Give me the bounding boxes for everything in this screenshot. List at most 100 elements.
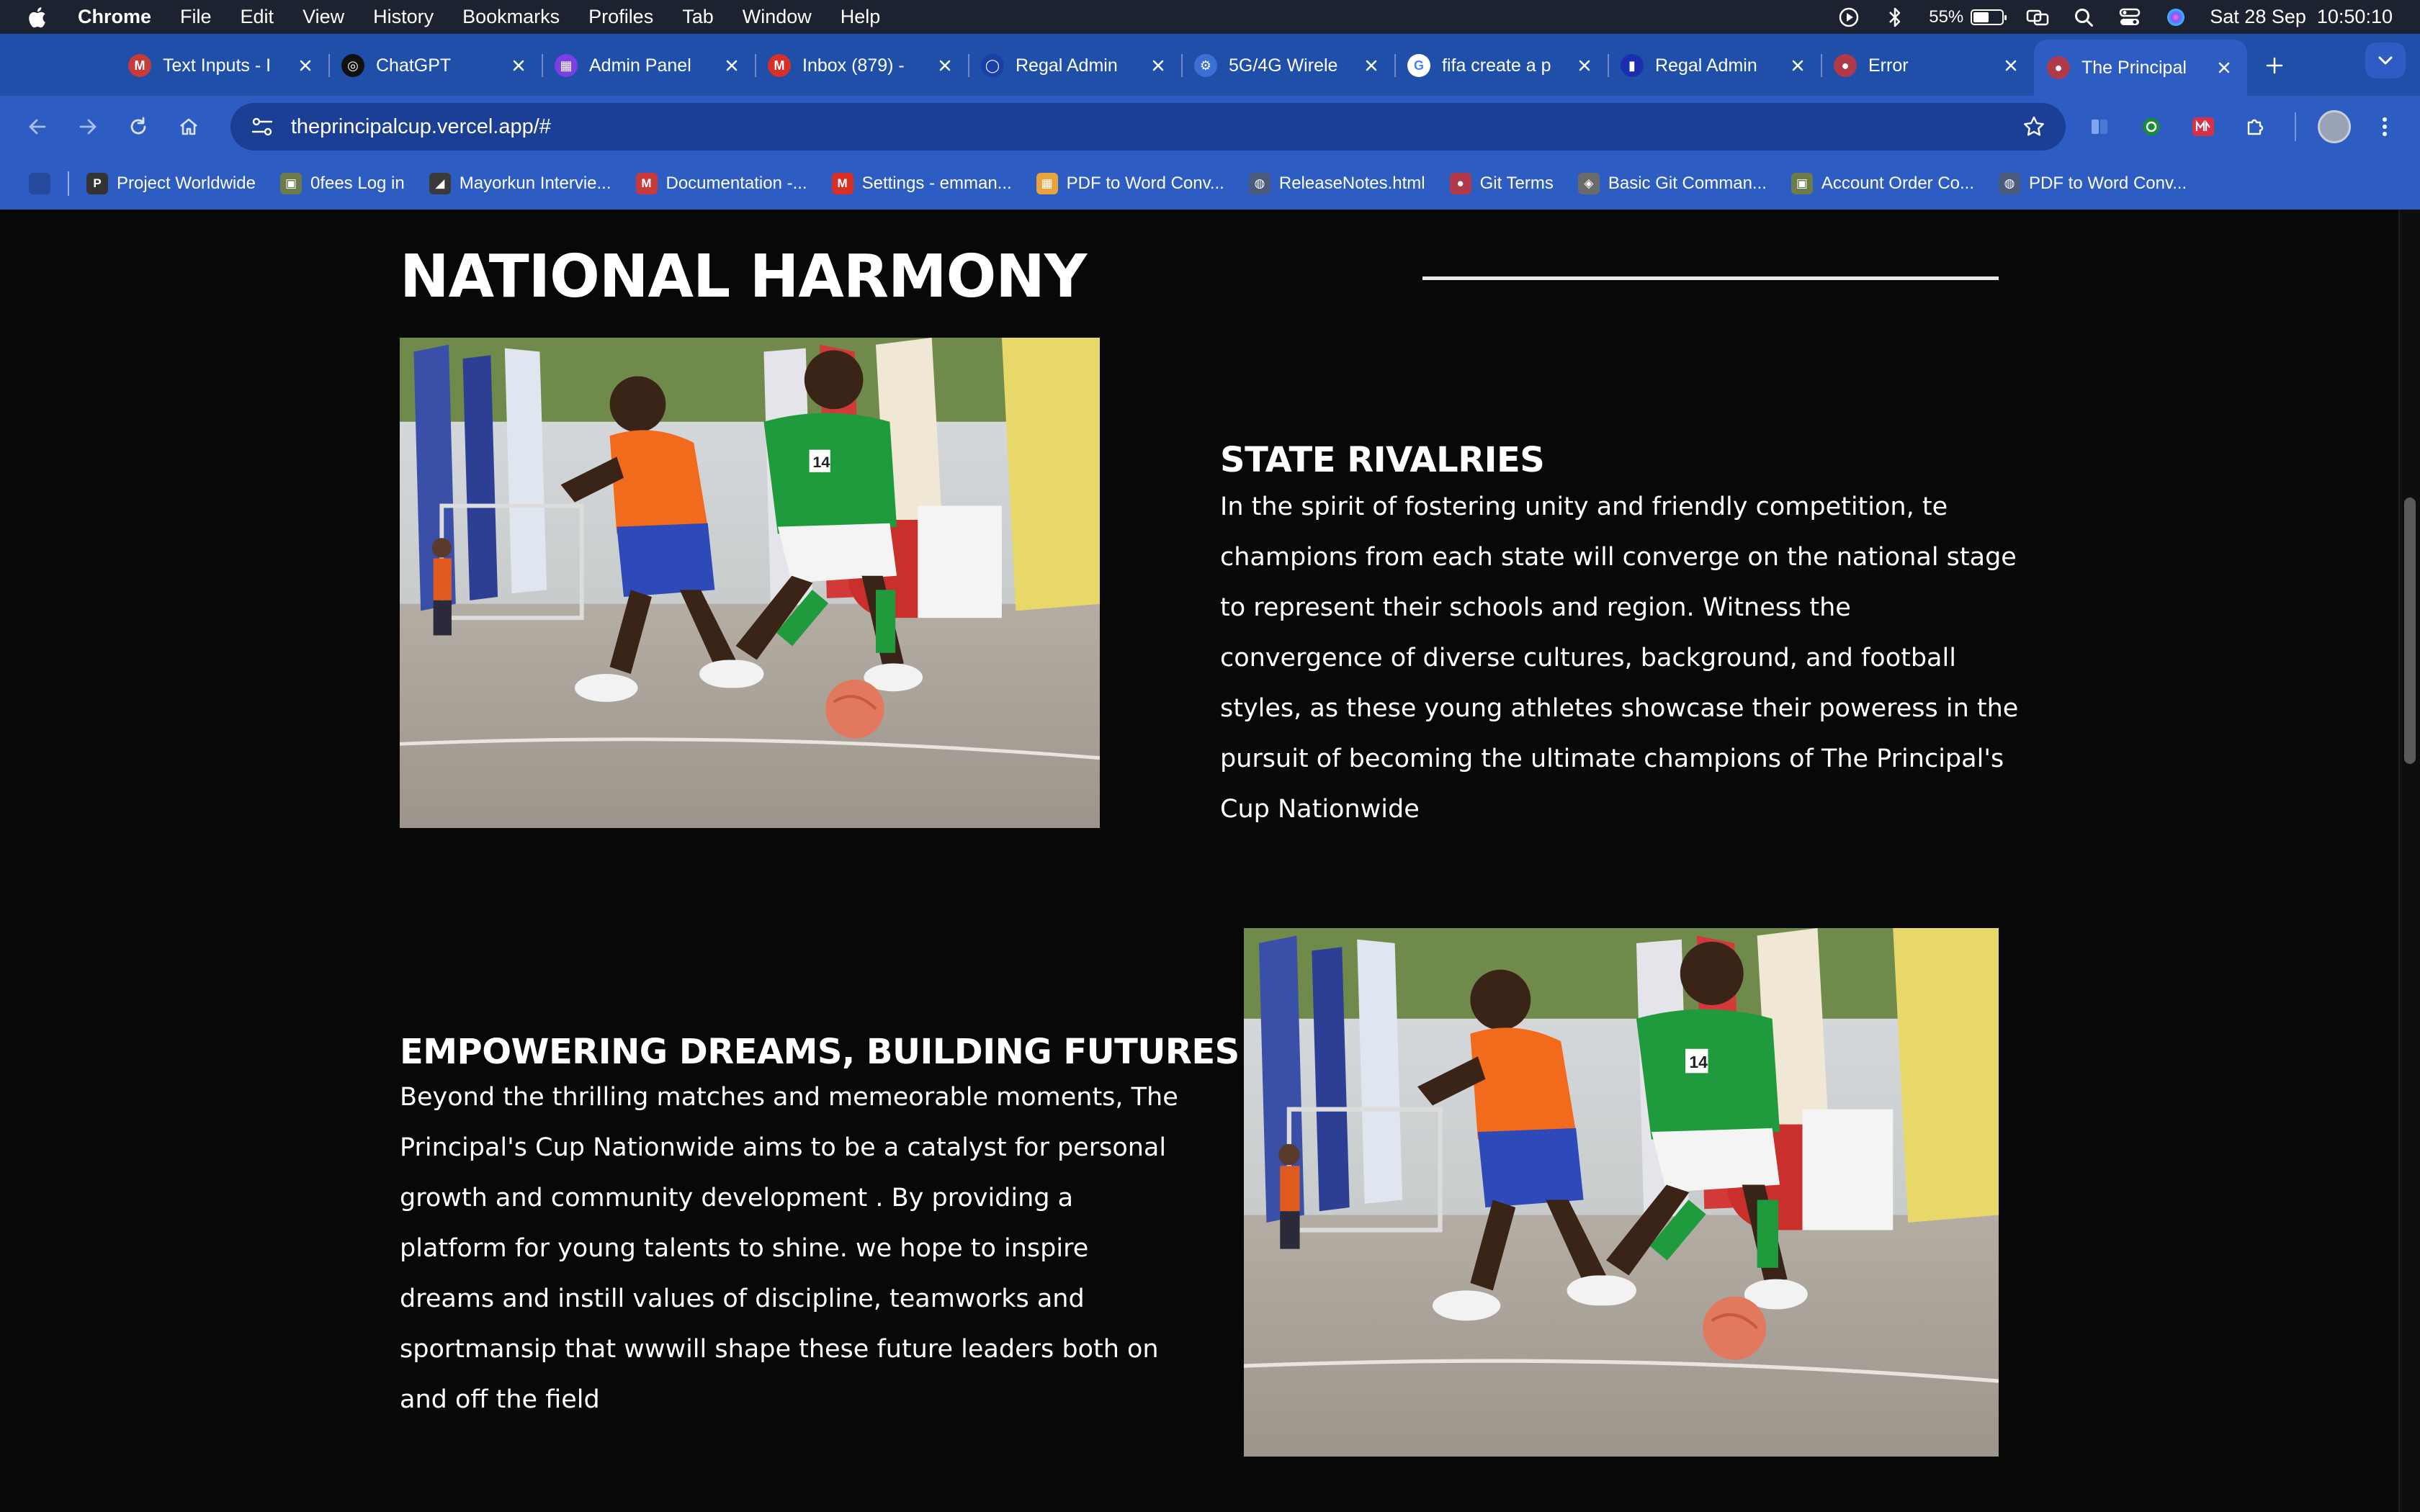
battery-fill xyxy=(1973,12,1989,22)
chevron-down-icon xyxy=(2378,56,2393,65)
bookmark-label: Basic Git Comman... xyxy=(1608,174,1767,193)
screen-mirroring-icon[interactable] xyxy=(2025,5,2050,30)
tab-close-icon[interactable] xyxy=(722,55,742,76)
menubar-clock[interactable]: Sat 28 Sep 10:50:10 xyxy=(2210,6,2393,28)
new-tab-button[interactable] xyxy=(2253,40,2296,91)
red-extension-icon[interactable] xyxy=(2185,109,2221,145)
tab-title: Text Inputs - I xyxy=(163,55,272,76)
tab-admin-panel[interactable]: ▦ Admin Panel xyxy=(542,40,755,91)
menu-profiles[interactable]: Profiles xyxy=(588,6,653,28)
tab-regal-admin[interactable]: ◯ Regal Admin xyxy=(968,40,1181,91)
bookmark-star-icon[interactable] xyxy=(2020,112,2048,141)
tab-text-inputs[interactable]: M Text Inputs - I xyxy=(115,40,328,91)
menu-window[interactable]: Window xyxy=(743,6,812,28)
bookmark-mayorkun-interview[interactable]: ◢ Mayorkun Intervie... xyxy=(429,173,611,194)
menu-help[interactable]: Help xyxy=(841,6,881,28)
bookmark-pdf-to-word[interactable]: ▦ PDF to Word Conv... xyxy=(1036,173,1224,194)
account-order-favicon-icon: ▣ xyxy=(1791,173,1813,194)
title-divider-line xyxy=(1422,276,1999,280)
apps-icon[interactable] xyxy=(29,173,50,194)
bookmark-label: Documentation -... xyxy=(666,174,807,193)
scrollbar-thumb[interactable] xyxy=(2404,498,2416,764)
address-bar[interactable] xyxy=(230,103,2066,150)
bookmark-0fees-login[interactable]: ▣ 0fees Log in xyxy=(279,173,405,194)
globe-icon: ◍ xyxy=(1999,173,2021,194)
tab-close-icon[interactable] xyxy=(1148,55,1168,76)
web-page-content: NATIONAL HARMONY 14 STATE RIVALRIES In t… xyxy=(0,210,2420,1512)
tab-5g-wireless[interactable]: ⚙ 5G/4G Wirele xyxy=(1181,40,1394,91)
tab-close-icon[interactable] xyxy=(1788,55,1808,76)
menu-view[interactable]: View xyxy=(302,6,344,28)
bookmark-label: Settings - emman... xyxy=(861,174,1012,193)
bluetooth-icon[interactable] xyxy=(1883,5,1907,30)
tab-the-principal-active[interactable]: ● The Principal xyxy=(2034,40,2247,96)
tab-close-icon[interactable] xyxy=(1361,55,1381,76)
status-area: 55% Sat 28 Sep 10:50:10 xyxy=(1837,5,2393,30)
reload-button[interactable] xyxy=(118,107,158,147)
tab-close-icon[interactable] xyxy=(935,55,955,76)
tab-close-icon[interactable] xyxy=(2001,55,2021,76)
bookmark-label: 0fees Log in xyxy=(310,174,405,193)
control-center-icon[interactable] xyxy=(2118,5,2142,30)
bookmark-label: PDF to Word Conv... xyxy=(2029,174,2187,193)
tab-title: The Principal xyxy=(2081,57,2187,78)
menu-bookmarks[interactable]: Bookmarks xyxy=(462,6,560,28)
more-menu-icon[interactable] xyxy=(2367,109,2403,145)
battery-percent: 55% xyxy=(1929,6,1964,27)
site-settings-icon[interactable] xyxy=(248,112,277,141)
tab-title: fifa create a p xyxy=(1442,55,1551,76)
tab-favicon-icon: M xyxy=(768,54,791,77)
macos-menu-bar: Chrome File Edit View History Bookmarks … xyxy=(0,0,2420,34)
bookmark-basic-git-commands[interactable]: ◈ Basic Git Comman... xyxy=(1577,173,1767,194)
tab-error[interactable]: ● Error xyxy=(1821,40,2034,91)
tab-favicon-icon: ● xyxy=(2047,56,2070,79)
back-button[interactable] xyxy=(17,107,58,147)
tab-close-icon[interactable] xyxy=(1574,55,1595,76)
tab-inbox[interactable]: M Inbox (879) - xyxy=(755,40,968,91)
section-title: NATIONAL HARMONY xyxy=(400,243,1087,311)
menu-edit[interactable]: Edit xyxy=(241,6,274,28)
extensions-puzzle-icon[interactable] xyxy=(2237,109,2273,145)
menu-tab[interactable]: Tab xyxy=(682,6,714,28)
home-button[interactable] xyxy=(169,107,209,147)
bookmark-git-terms[interactable]: ● Git Terms xyxy=(1449,173,1554,194)
menu-file[interactable]: File xyxy=(180,6,212,28)
tab-title: Admin Panel xyxy=(589,55,691,76)
tab-regal-admin-2[interactable]: ▮ Regal Admin xyxy=(1608,40,1821,91)
tab-search-button[interactable] xyxy=(2365,42,2406,78)
extensions-area xyxy=(2081,109,2403,145)
bookmark-account-order[interactable]: ▣ Account Order Co... xyxy=(1791,173,1974,194)
tab-close-icon[interactable] xyxy=(295,55,315,76)
gmail-favicon-icon: M xyxy=(831,173,853,194)
spotlight-search-icon[interactable] xyxy=(2071,5,2096,30)
menu-history[interactable]: History xyxy=(373,6,434,28)
bookmark-settings-gmail[interactable]: M Settings - emman... xyxy=(831,173,1012,194)
apple-icon[interactable] xyxy=(27,6,48,29)
screen-record-icon[interactable] xyxy=(1837,5,1861,30)
tab-close-icon[interactable] xyxy=(2214,58,2234,78)
toolbar-divider xyxy=(2294,112,2296,141)
tab-chatgpt[interactable]: ◎ ChatGPT xyxy=(328,40,542,91)
forward-button[interactable] xyxy=(68,107,108,147)
page-scrollbar[interactable] xyxy=(2398,210,2420,1512)
home-icon xyxy=(180,118,197,135)
bookmark-release-notes[interactable]: ◍ ReleaseNotes.html xyxy=(1248,173,1425,194)
bookmark-pdf-to-word-2[interactable]: ◍ PDF to Word Conv... xyxy=(1999,173,2187,194)
url-input[interactable] xyxy=(290,114,2020,139)
profile-avatar[interactable] xyxy=(2317,110,2351,143)
pdf-favicon-icon: ▦ xyxy=(1036,173,1058,194)
reading-list-extension-icon[interactable] xyxy=(2081,109,2118,145)
menu-app-chrome[interactable]: Chrome xyxy=(78,6,151,28)
bookmark-documentation[interactable]: M Documentation -... xyxy=(635,173,807,194)
football-match-photo: 14 xyxy=(400,338,1100,828)
arrow-left-icon xyxy=(29,119,46,135)
tab-close-icon[interactable] xyxy=(508,55,529,76)
tab-google-search[interactable]: G fifa create a p xyxy=(1394,40,1608,91)
green-extension-icon[interactable] xyxy=(2133,109,2169,145)
bookmarks-bar: P Project Worldwide ▣ 0fees Log in ◢ May… xyxy=(0,158,2420,210)
battery-status[interactable]: 55% xyxy=(1929,6,2007,27)
bookmark-project-worldwide[interactable]: P Project Worldwide xyxy=(86,173,256,194)
tab-title: 5G/4G Wirele xyxy=(1229,55,1338,76)
tab-favicon-icon: ▮ xyxy=(1621,54,1644,77)
siri-icon[interactable] xyxy=(2164,5,2188,30)
